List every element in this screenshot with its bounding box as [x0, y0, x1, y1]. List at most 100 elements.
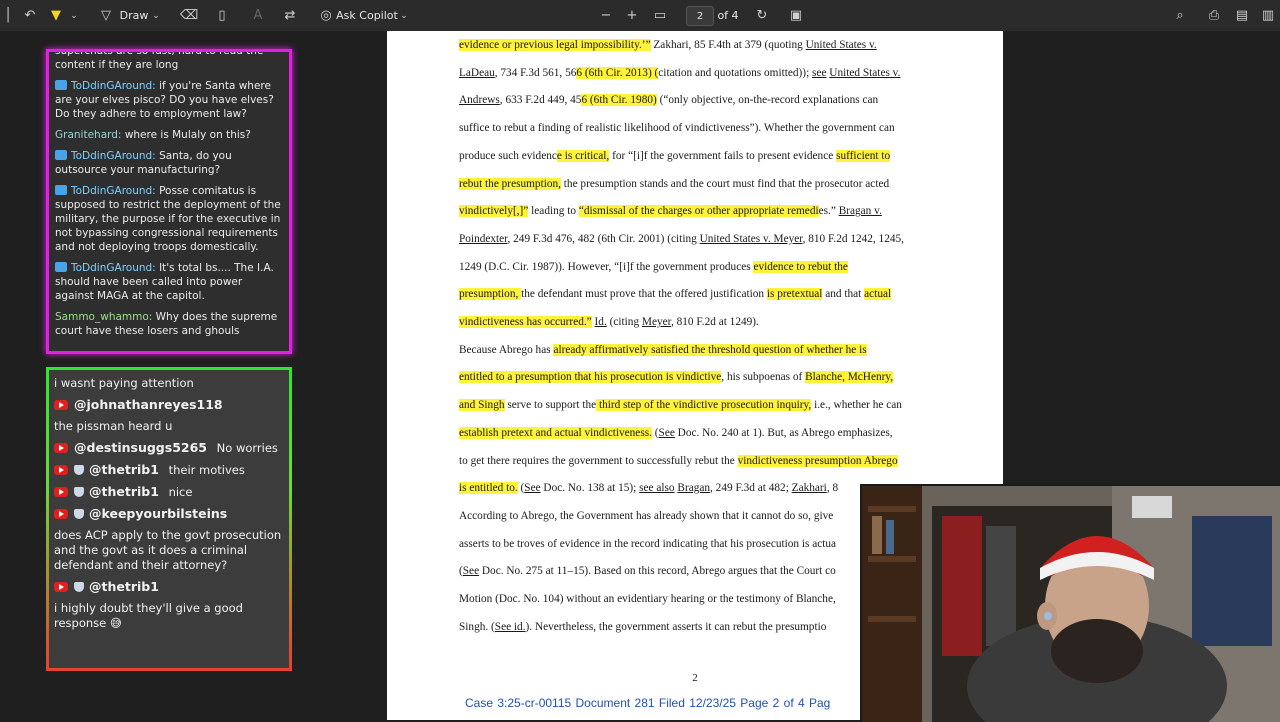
citation-text: Poindexter — [459, 232, 508, 245]
body-text: Singh. ( — [459, 620, 495, 633]
highlighted-text: is pretextual — [766, 288, 823, 301]
copilot-icon[interactable]: ◎ — [316, 0, 336, 31]
citation-text: see also — [639, 482, 675, 495]
citation-text: United States v. — [829, 66, 901, 79]
cup-badge-icon — [74, 582, 84, 592]
body-text: i.e. — [811, 399, 828, 412]
highlighted-text: 6 (6th Cir. 1980) — [581, 94, 657, 107]
body-text: the defendant must prove that the offere… — [521, 288, 767, 301]
body-text: produce such evidenc — [459, 149, 557, 162]
body-text: to get there requires the government to … — [459, 454, 738, 467]
citation-text: Bragan v. — [838, 205, 882, 218]
highlighted-text: evidence or previous legal impossibility… — [459, 39, 651, 51]
chat-username: Sammo_whammo: — [55, 311, 156, 323]
body-text: , 8 — [826, 482, 839, 495]
document-line: LaDeau, 734 F.3d 561, 566 (6th Cir. 2013… — [459, 66, 931, 79]
chat-message-list: i wasnt paying attention @johnathanreyes1… — [54, 376, 285, 637]
citation-text: Bragan — [677, 482, 711, 495]
highlighted-text: third step of the vindictive prosecution… — [596, 399, 812, 412]
document-line: vindictiveness has occurred.” Id. (citin… — [459, 316, 931, 328]
highlighted-text: establish pretext and actual vindictiven… — [459, 426, 652, 439]
draw-button[interactable]: Draw — [118, 0, 150, 31]
print-icon[interactable]: ⎙ — [1204, 0, 1224, 31]
highlighted-text: “dismissal of the charges or other appro… — [578, 205, 819, 218]
highlight-icon[interactable]: ▼ — [46, 0, 66, 31]
save-as-icon[interactable]: ▥ — [1258, 0, 1278, 31]
body-text: serve to support the — [504, 399, 597, 412]
youtube-icon — [54, 443, 68, 453]
zoom-out-icon[interactable]: − — [596, 0, 616, 31]
chat-user-line: @thetrib1 their motives — [54, 462, 285, 478]
chat-text: No worries — [213, 441, 278, 455]
highlighted-text: entitled to a presumption that his prose… — [459, 371, 722, 384]
zoom-in-icon[interactable]: + — [622, 0, 642, 31]
chat-text: where is Mulaly on this? — [124, 129, 251, 141]
document-line: to get there requires the government to … — [459, 454, 931, 467]
chat-username: @thetrib1 — [89, 484, 159, 499]
youtube-icon — [54, 487, 68, 497]
body-text: ( — [651, 426, 659, 439]
chat-message: Granitehard: where is Mulaly on this? — [55, 128, 281, 142]
citation-text: See — [524, 482, 541, 495]
highlighted-text: is entitled to. — [459, 482, 518, 495]
youtube-icon — [54, 400, 68, 410]
body-text: Doc. No. 138 at 15); — [540, 482, 640, 495]
highlighted-text: e is critical, — [556, 149, 610, 162]
save-icon[interactable]: ▤ — [1232, 0, 1252, 31]
document-line: establish pretext and actual vindictiven… — [459, 426, 931, 439]
chevron-down-icon[interactable]: ⌄ — [398, 0, 410, 31]
highlighted-text: sufficient to — [836, 149, 891, 162]
document-line: Poindexter, 249 F.3d 476, 482 (6th Cir. … — [459, 233, 931, 245]
text-format-icon: A — [253, 8, 263, 23]
fit-page-icon[interactable]: ▭ — [650, 0, 670, 31]
page-view-icon[interactable]: ▣ — [786, 0, 806, 31]
youtube-icon — [54, 509, 68, 519]
body-text: and that — [822, 288, 865, 301]
highlighted-text: vindictiveness presumption Abrego — [737, 454, 898, 467]
read-aloud-icon[interactable]: ⇄ — [280, 0, 300, 31]
body-text: , 633 F.2d 449, 45 — [499, 94, 582, 107]
highlighted-text: Blanche, McHenry, — [805, 371, 894, 384]
chevron-down-icon[interactable]: ⌄ — [66, 0, 82, 31]
page-number-input[interactable]: 2 — [686, 6, 714, 26]
eraser-icon[interactable]: ⌫ — [180, 0, 198, 31]
citation-text: See — [462, 565, 480, 578]
document-line: and Singh serve to support the third ste… — [459, 399, 931, 412]
text-box-icon[interactable]: ▯ — [212, 0, 232, 31]
chat-username: ToDdinGAround: — [71, 185, 160, 197]
document-line: 1249 (D.C. Cir. 1987)). However, “[i]f t… — [459, 260, 931, 273]
sidebar-toggle-icon[interactable]: │ — [0, 0, 16, 31]
chevron-down-icon[interactable]: ⌄ — [150, 0, 162, 31]
chat-text: i highly doubt they'll give a good respo… — [54, 601, 243, 630]
chat-username: @destinsuggs5265 — [74, 440, 207, 455]
pen-icon[interactable]: ▽ — [98, 0, 114, 31]
search-icon[interactable]: ⌕ — [1170, 0, 1190, 31]
body-text: (citing — [606, 316, 642, 328]
cup-badge-icon — [74, 487, 84, 497]
chat-user-line: @thetrib1 nice — [54, 484, 285, 500]
member-badge-icon — [55, 185, 67, 195]
chat-username: @thetrib1 — [89, 579, 159, 594]
chat-text: nice — [164, 485, 193, 499]
citation-text: Andrews — [459, 94, 500, 107]
body-text: Because Abrego has — [459, 343, 554, 356]
chat-username: Granitehard: — [55, 129, 125, 141]
document-line: Andrews, 633 F.2d 449, 456 (6th Cir. 198… — [459, 94, 931, 107]
highlighted-text: rebut the presumption, — [459, 177, 561, 190]
body-text: es.” — [818, 205, 839, 218]
chat-username: ToDdinGAround: — [71, 150, 160, 162]
chat-message: superchats are so fast, hard to read the… — [55, 52, 281, 72]
ask-copilot-button[interactable]: Ask Copilot — [336, 0, 398, 31]
chat-message: ToDdinGAround: It's total bs.... The I.A… — [55, 261, 281, 303]
citation-text: Zakhari — [791, 482, 827, 495]
member-badge-icon — [55, 150, 67, 160]
undo-icon[interactable]: ↶ — [20, 0, 40, 31]
body-text: for “[i]f the government fails to presen… — [609, 149, 837, 162]
body-text: 1249 (D.C. Cir. 1987)). However, “[i]f t… — [459, 260, 754, 273]
youtube-icon — [54, 582, 68, 592]
body-text: the presumption stands and the court mus… — [560, 177, 890, 190]
rotate-icon[interactable]: ↻ — [752, 0, 772, 31]
body-text: , whether he can — [827, 399, 902, 412]
chat-text: their motives — [164, 463, 245, 477]
chat-username: @keepyourbilsteins — [89, 506, 228, 521]
